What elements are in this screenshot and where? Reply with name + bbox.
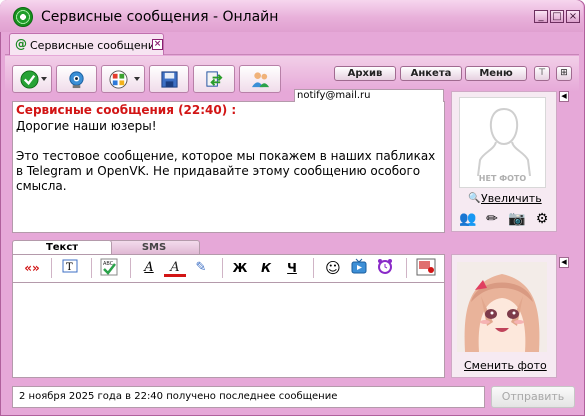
webcam-icon [69, 71, 84, 89]
contacts-icon [251, 72, 270, 88]
anime-avatar-image [457, 262, 547, 352]
highlight-button[interactable]: ✎ [190, 258, 212, 278]
alarm-button[interactable] [374, 258, 396, 278]
font-icon: A [144, 260, 154, 275]
file-transfer-icon [206, 71, 223, 87]
change-photo-link[interactable]: Сменить фото [464, 359, 547, 372]
app-logo-icon [13, 7, 33, 27]
screenshot-icon [416, 258, 436, 276]
edit-contact-icon[interactable]: ✏ [483, 210, 501, 228]
composer-tabs: SMS Текст [12, 240, 445, 254]
status-check-icon [20, 70, 39, 89]
webcam-button[interactable] [56, 65, 97, 93]
video-button[interactable] [348, 258, 370, 278]
tab-strip: @ Сервисные сообщения × [5, 33, 579, 55]
pin-icon: ⊤ [538, 68, 546, 78]
alarm-clock-icon [378, 259, 392, 274]
add-contact-icon[interactable]: 👥 [459, 210, 477, 228]
tab-sms[interactable]: SMS [108, 240, 200, 254]
spellcheck-button[interactable]: ABC [98, 258, 120, 278]
italic-button[interactable]: К [255, 258, 277, 278]
apps-icon [109, 70, 128, 89]
close-button[interactable]: × [566, 10, 580, 23]
apps-button[interactable] [101, 65, 145, 93]
screenshot-button[interactable] [414, 258, 438, 278]
window-title: Сервисные сообщения - Онлайн [41, 9, 279, 25]
text-style-button[interactable]: T [59, 258, 81, 278]
archive-button[interactable]: Архив [334, 66, 396, 81]
user-photo[interactable] [457, 262, 547, 352]
camera-icon[interactable]: 📷 [508, 210, 526, 228]
save-button[interactable] [149, 65, 189, 93]
message-header: Сервисные сообщения (22:40) : [16, 103, 237, 117]
tab-text[interactable]: Текст [12, 240, 112, 254]
at-sign-icon: @ [15, 37, 27, 51]
collapse-user-panel-button[interactable]: ◀ [559, 257, 569, 268]
no-photo-label: НЕТ ФОТО [478, 174, 527, 183]
emoji-button[interactable]: ☺ [322, 258, 344, 278]
font-color-button[interactable]: A [164, 258, 186, 277]
tab-service-messages[interactable]: @ Сервисные сообщения × [9, 33, 164, 55]
collapse-contact-panel-button[interactable]: ◀ [559, 91, 569, 102]
contact-avatar[interactable]: НЕТ ФОТО [459, 97, 546, 188]
profile-button[interactable]: Анкета [400, 66, 462, 81]
grid-icon: ⊞ [560, 68, 568, 78]
layout-button[interactable]: ⊞ [556, 66, 572, 81]
chevron-left-icon: ◀ [561, 258, 567, 266]
contacts-button[interactable] [239, 65, 281, 93]
font-button[interactable]: A [138, 258, 160, 278]
zoom-photo-link[interactable]: Увеличить [481, 192, 542, 205]
smiley-icon: ☺ [325, 259, 341, 277]
tv-icon [351, 258, 367, 274]
settings-icon[interactable]: ⚙ [533, 210, 551, 228]
status-button[interactable] [12, 65, 52, 93]
highlighter-icon: ✎ [195, 260, 207, 275]
svg-text:T: T [66, 262, 73, 273]
menu-button[interactable]: Меню [465, 66, 527, 81]
save-icon [161, 71, 178, 88]
minimize-button[interactable]: _ [534, 10, 548, 23]
contact-email: notify@mail.ru [294, 89, 444, 102]
translit-button[interactable]: «» [20, 258, 44, 278]
message-body: Дорогие наши юзеры! Это тестовое сообщен… [16, 119, 436, 194]
file-transfer-button[interactable] [193, 65, 235, 93]
send-button[interactable]: Отправить [491, 386, 575, 408]
message-input[interactable] [12, 282, 445, 378]
underline-button[interactable]: Ч [281, 258, 303, 278]
maximize-button[interactable]: □ [550, 10, 564, 23]
message-line: Дорогие наши юзеры! [16, 119, 157, 133]
bold-button[interactable]: Ж [229, 258, 251, 278]
avatar-placeholder-icon [477, 107, 531, 176]
font-color-icon: A [170, 260, 180, 275]
tab-label: Сервисные сообщения [30, 39, 162, 52]
tab-close-button[interactable]: × [152, 39, 163, 50]
magnifier-icon: 🔍 [468, 193, 481, 204]
pin-button[interactable]: ⊤ [534, 66, 550, 81]
contact-actions: 👥 ✏ 📷 ⚙ [459, 210, 554, 228]
message-line: Это тестовое сообщение, которое мы покаж… [16, 149, 436, 193]
status-bar: 2 ноября 2025 года в 22:40 получено посл… [12, 386, 485, 408]
spellcheck-icon: ABC [100, 258, 118, 276]
text-style-icon: T [62, 259, 78, 273]
chevron-left-icon: ◀ [561, 92, 567, 100]
